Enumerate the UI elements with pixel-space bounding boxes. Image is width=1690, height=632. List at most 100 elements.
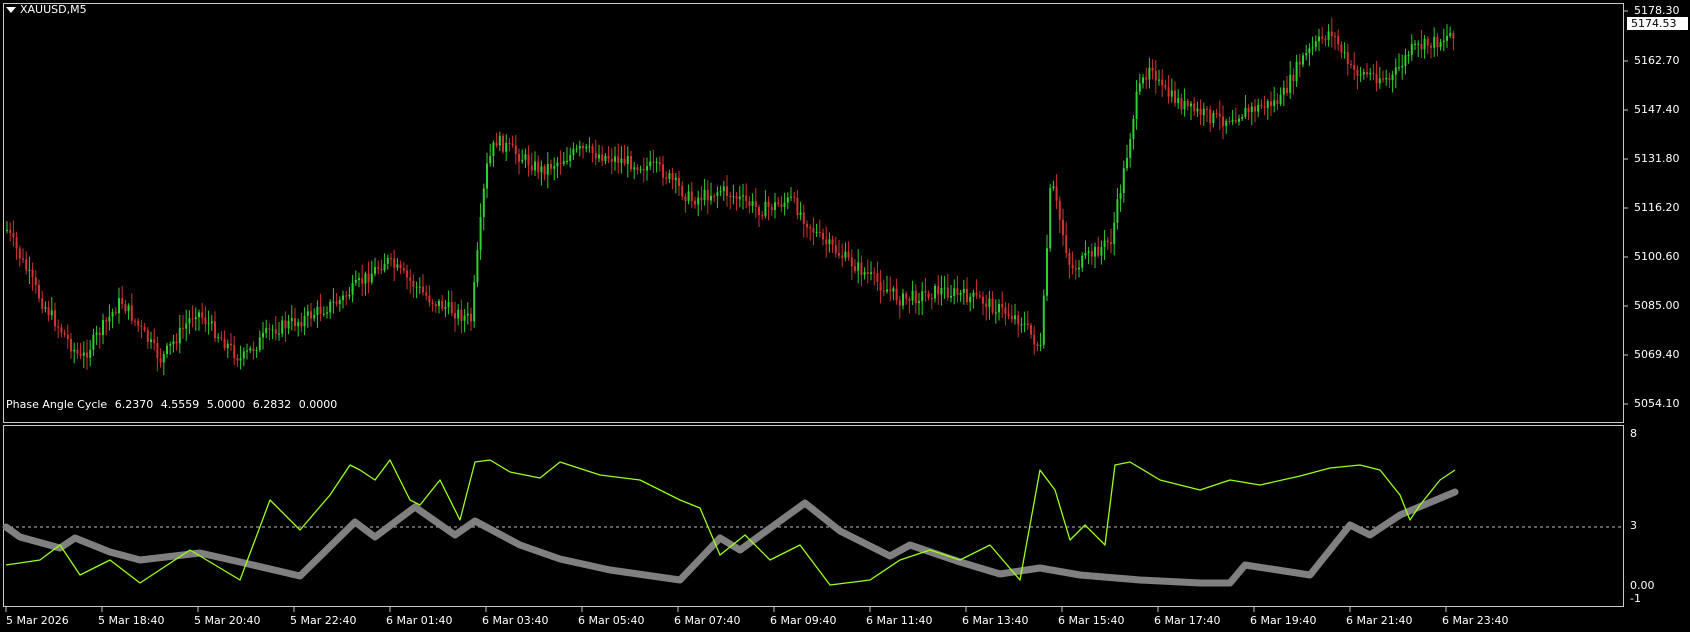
candle-body — [879, 281, 882, 291]
candle-body — [1055, 186, 1058, 201]
candle-body — [1410, 43, 1413, 55]
candle-body — [559, 162, 562, 164]
indicator-value-5: 0.0000 — [298, 398, 338, 411]
candle-body — [831, 239, 834, 246]
symbol-title[interactable]: XAUUSD,M5 — [6, 3, 87, 16]
candle-body — [130, 305, 133, 321]
candle-body — [335, 301, 338, 304]
candle-body — [857, 262, 860, 271]
candle-body — [1286, 87, 1288, 94]
candle-body — [1113, 222, 1116, 244]
candle-body — [1394, 67, 1397, 75]
candle-body — [809, 227, 812, 229]
candle-body — [159, 357, 162, 363]
candle-body — [1145, 77, 1148, 80]
candle-body — [1372, 73, 1375, 75]
candle-body — [550, 164, 552, 169]
candle-body — [239, 358, 242, 361]
candle-body — [1292, 74, 1295, 82]
candle-body — [281, 320, 284, 334]
price-tick: 5131.80 — [1634, 152, 1680, 165]
candle-body — [1314, 41, 1317, 48]
candle-body — [370, 273, 373, 283]
chart-canvas[interactable] — [0, 0, 1690, 632]
candle-body — [1391, 74, 1394, 81]
candle-body — [924, 291, 927, 293]
candle-body — [210, 321, 213, 324]
candle-body — [217, 337, 220, 339]
time-label: 5 Mar 18:40 — [98, 614, 165, 627]
indicator-tick: 0.00 — [1630, 579, 1655, 592]
candle-body — [956, 288, 959, 295]
candle-body — [1254, 106, 1256, 112]
indicator-value-2: 4.5559 — [160, 398, 200, 411]
candle-body — [6, 229, 8, 231]
main-panel-frame — [3, 3, 1624, 423]
candle-body — [342, 295, 344, 301]
candle-body — [684, 196, 687, 202]
candle-body — [799, 212, 802, 215]
candle-body — [1452, 33, 1455, 39]
candle-body — [457, 309, 460, 319]
candle-body — [230, 343, 232, 346]
candle-body — [399, 264, 402, 268]
candle-body — [838, 253, 840, 256]
candle-body — [662, 164, 664, 178]
candle-body — [508, 142, 511, 144]
candle-body — [1132, 119, 1135, 140]
candle-body — [502, 135, 504, 152]
candle-body — [505, 142, 508, 152]
candle-body — [70, 338, 72, 352]
candle-body — [678, 177, 680, 186]
candle-body — [310, 311, 312, 319]
candle-body — [1014, 315, 1016, 320]
candle-body — [447, 302, 450, 308]
candle-body — [476, 250, 479, 283]
candle-body — [1046, 248, 1048, 296]
candle-body — [86, 352, 88, 358]
phase-angle-line — [5, 459, 1456, 586]
candle-body — [134, 320, 136, 322]
candle-body — [908, 298, 911, 301]
candle-body — [66, 334, 69, 339]
candle-body — [825, 239, 828, 245]
candle-body — [1186, 100, 1189, 107]
price-tick: 5178.30 — [1634, 4, 1680, 17]
candle-body — [982, 296, 984, 304]
candle-body — [1110, 242, 1112, 244]
candle-body — [460, 309, 463, 321]
candle-body — [1148, 67, 1151, 80]
candle-body — [175, 341, 178, 344]
candle-body — [233, 345, 236, 359]
candle-body — [1270, 101, 1272, 106]
candle-body — [102, 320, 104, 336]
indicator-tick: 8 — [1630, 427, 1637, 440]
candle-body — [415, 286, 418, 288]
candle-body — [418, 286, 421, 288]
candle-body — [1065, 235, 1068, 254]
candle-body — [1030, 325, 1032, 335]
candle-body — [1033, 334, 1036, 345]
candle-body — [358, 278, 360, 280]
candle-body — [569, 154, 572, 162]
candle-body — [566, 161, 568, 163]
candle-body — [162, 354, 165, 363]
candle-body — [918, 301, 920, 304]
candle-body — [466, 313, 469, 316]
candle-body — [1161, 79, 1164, 86]
candle-body — [818, 232, 821, 234]
candle-body — [716, 192, 719, 196]
candle-body — [902, 293, 904, 306]
candle-body — [220, 337, 223, 339]
candle-body — [1282, 87, 1285, 95]
candle-body — [652, 161, 655, 163]
candle-body — [249, 348, 252, 351]
candle-body — [943, 287, 946, 289]
chevron-down-icon[interactable] — [6, 6, 16, 13]
candle-body — [1078, 267, 1080, 270]
candle-body — [38, 284, 40, 299]
candle-body — [1327, 31, 1330, 40]
candle-body — [236, 358, 239, 361]
candle-body — [690, 191, 693, 201]
candle-body — [89, 349, 92, 358]
